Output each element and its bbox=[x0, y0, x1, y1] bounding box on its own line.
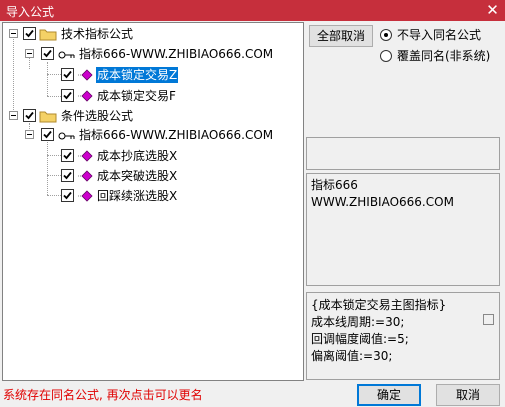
checkbox[interactable] bbox=[23, 27, 36, 40]
cancel-button[interactable]: 取消 bbox=[436, 384, 500, 406]
checkbox[interactable] bbox=[41, 47, 54, 60]
radio-label: 不导入同名公式 bbox=[397, 28, 482, 42]
tree-leaf-label: 回踩续涨选股X bbox=[97, 189, 178, 203]
info-panel: 指标666 WWW.ZHIBIAO666.COM bbox=[306, 173, 500, 286]
formula-line: 回调幅度阈值:=5; bbox=[311, 332, 409, 346]
formula-line: 成本线周期:=30; bbox=[311, 315, 405, 329]
tree-leaf[interactable]: 回踩续涨选股X bbox=[3, 186, 243, 206]
radio-skip-duplicates[interactable]: 不导入同名公式 bbox=[380, 27, 500, 43]
close-icon[interactable]: ✕ bbox=[484, 2, 501, 19]
diamond-icon bbox=[77, 169, 93, 186]
radio-button[interactable] bbox=[380, 50, 392, 62]
tree-node-label: 条件选股公式 bbox=[61, 109, 134, 123]
radio-overwrite-duplicates[interactable]: 覆盖同名(非系统) bbox=[380, 48, 500, 64]
tree-leaf-label: 成本突破选股X bbox=[97, 169, 178, 183]
window-title: 导入公式 bbox=[6, 5, 55, 19]
tree-leaf-label: 成本锁定交易Z bbox=[96, 67, 179, 83]
collapse-icon[interactable] bbox=[9, 29, 18, 38]
tree-node-label: 指标666-WWW.ZHIBIAO666.COM bbox=[79, 128, 274, 142]
tree-leaf[interactable]: 成本锁定交易F bbox=[3, 86, 243, 106]
ok-button[interactable]: 确定 bbox=[357, 384, 421, 406]
tree-node-group1[interactable]: 技术指标公式 bbox=[3, 24, 293, 44]
checkbox[interactable] bbox=[61, 189, 74, 202]
formula-line: 偏离阈值:=30; bbox=[311, 349, 393, 363]
cancel-all-button[interactable]: 全部取消 bbox=[309, 25, 373, 47]
diamond-icon bbox=[77, 149, 93, 166]
checkbox[interactable] bbox=[61, 169, 74, 182]
empty-panel bbox=[306, 137, 500, 170]
formula-checkbox[interactable] bbox=[483, 314, 494, 325]
tree-node-group2-sub[interactable]: 指标666-WWW.ZHIBIAO666.COM bbox=[3, 125, 301, 145]
checkbox[interactable] bbox=[61, 149, 74, 162]
checkbox[interactable] bbox=[41, 128, 54, 141]
tree-node-group1-sub[interactable]: 指标666-WWW.ZHIBIAO666.COM bbox=[3, 44, 301, 64]
tree-leaf-label: 成本锁定交易F bbox=[97, 89, 176, 103]
radio-button[interactable] bbox=[380, 29, 392, 41]
tree-leaf[interactable]: 成本抄底选股X bbox=[3, 146, 243, 166]
key-icon bbox=[58, 130, 76, 144]
tree-leaf[interactable]: 成本锁定交易Z bbox=[3, 65, 243, 85]
info-line: WWW.ZHIBIAO666.COM bbox=[311, 195, 454, 209]
title-bar: 导入公式 ✕ bbox=[0, 0, 505, 21]
tree-node-group2[interactable]: 条件选股公式 bbox=[3, 106, 293, 126]
collapse-icon[interactable] bbox=[25, 130, 34, 139]
folder-icon bbox=[39, 109, 57, 126]
diamond-icon bbox=[77, 189, 93, 206]
diamond-icon bbox=[77, 68, 93, 85]
formula-line: {成本锁定交易主图指标} bbox=[311, 298, 447, 312]
tree-leaf-label: 成本抄底选股X bbox=[97, 149, 178, 163]
radio-label: 覆盖同名(非系统) bbox=[397, 49, 491, 63]
checkbox[interactable] bbox=[61, 68, 74, 81]
key-icon bbox=[58, 49, 76, 63]
formula-panel: {成本锁定交易主图指标} 成本线周期:=30; 回调幅度阈值:=5; 偏离阈值:… bbox=[306, 292, 500, 380]
diamond-icon bbox=[77, 89, 93, 106]
status-message: 系统存在同名公式, 再次点击可以更名 bbox=[3, 388, 203, 402]
checkbox[interactable] bbox=[23, 109, 36, 122]
info-line: 指标666 bbox=[311, 178, 358, 192]
collapse-icon[interactable] bbox=[9, 111, 18, 120]
folder-icon bbox=[39, 27, 57, 44]
tree-node-label: 指标666-WWW.ZHIBIAO666.COM bbox=[79, 47, 274, 61]
tree-node-label: 技术指标公式 bbox=[61, 27, 134, 41]
tree-leaf[interactable]: 成本突破选股X bbox=[3, 166, 243, 186]
formula-tree[interactable]: 技术指标公式 指标666-WWW.ZHIBIAO666.COM 成本锁定交易Z … bbox=[2, 22, 304, 381]
checkbox[interactable] bbox=[61, 89, 74, 102]
collapse-icon[interactable] bbox=[25, 49, 34, 58]
